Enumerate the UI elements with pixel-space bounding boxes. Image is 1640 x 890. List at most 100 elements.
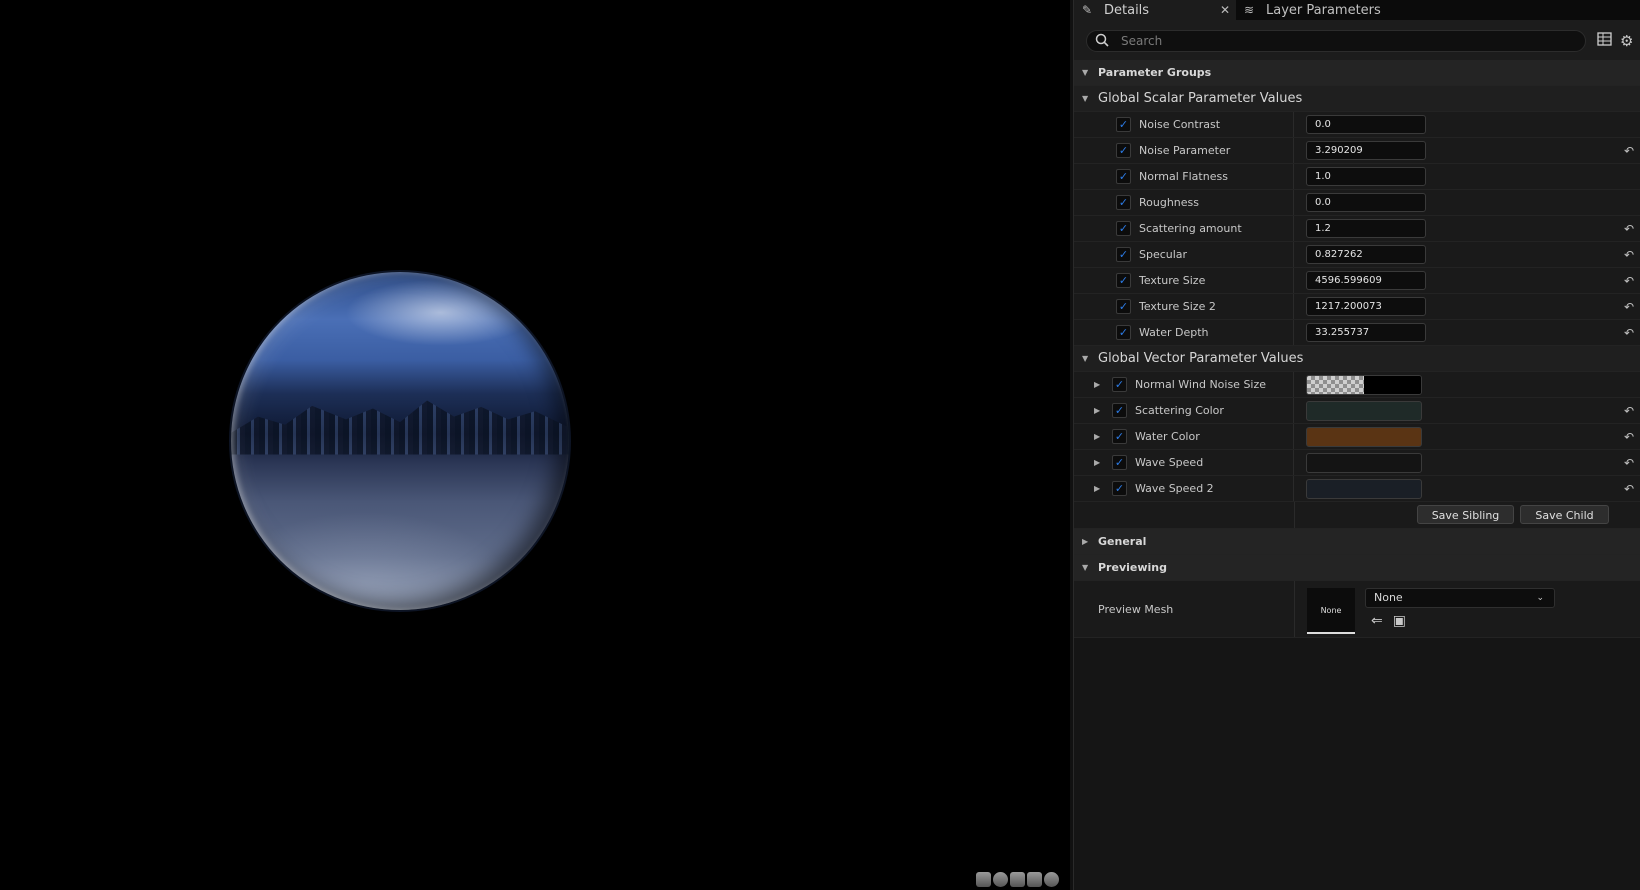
chevron-down-icon: ▼ bbox=[1082, 94, 1089, 103]
vector-param-row: ▶ ✓ Scattering Color ↶ bbox=[1074, 398, 1640, 424]
override-checkbox[interactable]: ✓ bbox=[1116, 117, 1131, 132]
param-name: Roughness bbox=[1139, 196, 1200, 209]
param-name: Texture Size bbox=[1139, 274, 1206, 287]
override-checkbox[interactable]: ✓ bbox=[1116, 247, 1131, 262]
param-value-field[interactable]: 4596.599609 bbox=[1306, 271, 1426, 290]
color-swatch[interactable] bbox=[1306, 426, 1422, 447]
pencil-icon: ✎ bbox=[1082, 3, 1093, 17]
table-view-icon[interactable] bbox=[1597, 32, 1612, 50]
preview-mesh-dropdown[interactable]: None ⌄ bbox=[1365, 588, 1555, 608]
param-name: Noise Contrast bbox=[1139, 118, 1221, 131]
save-buttons-row: Save Sibling Save Child bbox=[1074, 502, 1640, 529]
tab-details[interactable]: ✎ Details ✕ bbox=[1074, 0, 1236, 20]
override-checkbox[interactable]: ✓ bbox=[1112, 481, 1127, 496]
vector-param-row: ▶ ✓ Water Color ↶ bbox=[1074, 424, 1640, 450]
param-value-field[interactable]: 0.827262 bbox=[1306, 245, 1426, 264]
scalar-param-row: ✓ Texture Size 4596.599609 ↶ bbox=[1074, 268, 1640, 294]
vector-param-row: ▶ ✓ Normal Wind Noise Size bbox=[1074, 372, 1640, 398]
param-name: Texture Size 2 bbox=[1139, 300, 1216, 313]
category-general[interactable]: ▶ General bbox=[1074, 529, 1640, 555]
plane-icon[interactable] bbox=[1010, 872, 1025, 887]
override-checkbox[interactable]: ✓ bbox=[1116, 273, 1131, 288]
override-checkbox[interactable]: ✓ bbox=[1112, 403, 1127, 418]
override-checkbox[interactable]: ✓ bbox=[1116, 221, 1131, 236]
vector-parameter-list: ▶ ✓ Normal Wind Noise Size ▶ ✓ Scattering Col… bbox=[1074, 372, 1640, 502]
cube-icon[interactable] bbox=[1027, 872, 1042, 887]
cylinder-icon[interactable] bbox=[976, 872, 991, 887]
param-name: Water Color bbox=[1135, 430, 1200, 443]
use-selected-asset-icon[interactable]: ⇐ bbox=[1371, 613, 1383, 629]
param-value-field[interactable]: 0.0 bbox=[1306, 115, 1426, 134]
browse-asset-icon[interactable]: ▣ bbox=[1393, 613, 1406, 629]
reset-to-default-icon[interactable]: ↶ bbox=[1624, 300, 1634, 314]
chevron-right-icon[interactable]: ▶ bbox=[1094, 432, 1106, 441]
param-value-field[interactable]: 0.0 bbox=[1306, 193, 1426, 212]
chevron-right-icon[interactable]: ▶ bbox=[1094, 458, 1106, 467]
scalar-param-row: ✓ Noise Contrast 0.0 bbox=[1074, 112, 1640, 138]
param-name: Scattering amount bbox=[1139, 222, 1242, 235]
reset-to-default-icon[interactable]: ↶ bbox=[1624, 404, 1634, 418]
category-global-vector[interactable]: ▼ Global Vector Parameter Values bbox=[1074, 346, 1640, 372]
chevron-down-icon: ▼ bbox=[1082, 563, 1089, 572]
scalar-param-row: ✓ Texture Size 2 1217.200073 ↶ bbox=[1074, 294, 1640, 320]
color-swatch[interactable] bbox=[1306, 374, 1422, 395]
override-checkbox[interactable]: ✓ bbox=[1116, 195, 1131, 210]
chevron-right-icon[interactable]: ▶ bbox=[1094, 380, 1106, 389]
chevron-down-icon: ▼ bbox=[1082, 68, 1089, 77]
color-swatch[interactable] bbox=[1306, 478, 1422, 499]
reset-to-default-icon[interactable]: ↶ bbox=[1624, 222, 1634, 236]
override-checkbox[interactable]: ✓ bbox=[1116, 143, 1131, 158]
override-checkbox[interactable]: ✓ bbox=[1116, 169, 1131, 184]
material-preview-viewport[interactable] bbox=[0, 0, 1070, 890]
param-name: Normal Wind Noise Size bbox=[1135, 378, 1267, 391]
search-icon bbox=[1095, 33, 1111, 49]
scalar-param-row: ✓ Specular 0.827262 ↶ bbox=[1074, 242, 1640, 268]
scalar-parameter-list: ✓ Noise Contrast 0.0 ✓ Noise Parameter 3.2902… bbox=[1074, 112, 1640, 346]
scalar-param-row: ✓ Normal Flatness 1.0 bbox=[1074, 164, 1640, 190]
reset-to-default-icon[interactable]: ↶ bbox=[1624, 144, 1634, 158]
preview-mesh-row: Preview Mesh None None ⌄ ⇐ ▣ bbox=[1074, 581, 1640, 638]
save-sibling-button[interactable]: Save Sibling bbox=[1417, 505, 1514, 524]
chevron-right-icon[interactable]: ▶ bbox=[1094, 406, 1106, 415]
reset-to-default-icon[interactable]: ↶ bbox=[1624, 248, 1634, 262]
override-checkbox[interactable]: ✓ bbox=[1116, 299, 1131, 314]
param-value-field[interactable]: 33.255737 bbox=[1306, 323, 1426, 342]
scalar-param-row: ✓ Scattering amount 1.2 ↶ bbox=[1074, 216, 1640, 242]
save-child-button[interactable]: Save Child bbox=[1520, 505, 1609, 524]
sphere-icon[interactable] bbox=[993, 872, 1008, 887]
chevron-down-icon: ⌄ bbox=[1536, 593, 1544, 603]
param-name: Wave Speed bbox=[1135, 456, 1204, 469]
reset-to-default-icon[interactable]: ↶ bbox=[1624, 274, 1634, 288]
param-value-field[interactable]: 3.290209 bbox=[1306, 141, 1426, 160]
color-swatch[interactable] bbox=[1306, 452, 1422, 473]
chevron-right-icon[interactable]: ▶ bbox=[1094, 484, 1106, 493]
override-checkbox[interactable]: ✓ bbox=[1112, 429, 1127, 444]
search-box[interactable] bbox=[1086, 30, 1586, 52]
gear-icon[interactable]: ⚙ bbox=[1620, 32, 1633, 50]
param-value-field[interactable]: 1.0 bbox=[1306, 167, 1426, 186]
preview-mesh-label: Preview Mesh bbox=[1098, 602, 1174, 616]
mesh-thumbnail[interactable]: None bbox=[1307, 588, 1355, 634]
search-input[interactable] bbox=[1119, 33, 1553, 49]
category-parameter-groups[interactable]: ▼ Parameter Groups bbox=[1074, 60, 1640, 86]
reset-to-default-icon[interactable]: ↶ bbox=[1624, 482, 1634, 496]
reset-to-default-icon[interactable]: ↶ bbox=[1624, 326, 1634, 340]
chevron-right-icon: ▶ bbox=[1082, 537, 1089, 546]
reset-to-default-icon[interactable]: ↶ bbox=[1624, 456, 1634, 470]
tab-layer-parameters[interactable]: ≋ Layer Parameters bbox=[1236, 0, 1389, 20]
override-checkbox[interactable]: ✓ bbox=[1116, 325, 1131, 340]
scalar-param-row: ✓ Noise Parameter 3.290209 ↶ bbox=[1074, 138, 1640, 164]
category-previewing[interactable]: ▼ Previewing bbox=[1074, 555, 1640, 581]
teapot-icon[interactable] bbox=[1044, 872, 1059, 887]
param-value-field[interactable]: 1.2 bbox=[1306, 219, 1426, 238]
color-swatch[interactable] bbox=[1306, 400, 1422, 421]
tab-bar: ✎ Details ✕ ≋ Layer Parameters bbox=[1074, 0, 1640, 20]
reset-to-default-icon[interactable]: ↶ bbox=[1624, 430, 1634, 444]
override-checkbox[interactable]: ✓ bbox=[1112, 455, 1127, 470]
param-value-field[interactable]: 1217.200073 bbox=[1306, 297, 1426, 316]
override-checkbox[interactable]: ✓ bbox=[1112, 377, 1127, 392]
scalar-param-row: ✓ Roughness 0.0 bbox=[1074, 190, 1640, 216]
category-global-scalar[interactable]: ▼ Global Scalar Parameter Values bbox=[1074, 86, 1640, 112]
layers-icon: ≋ bbox=[1244, 3, 1255, 17]
close-icon[interactable]: ✕ bbox=[1220, 3, 1230, 17]
